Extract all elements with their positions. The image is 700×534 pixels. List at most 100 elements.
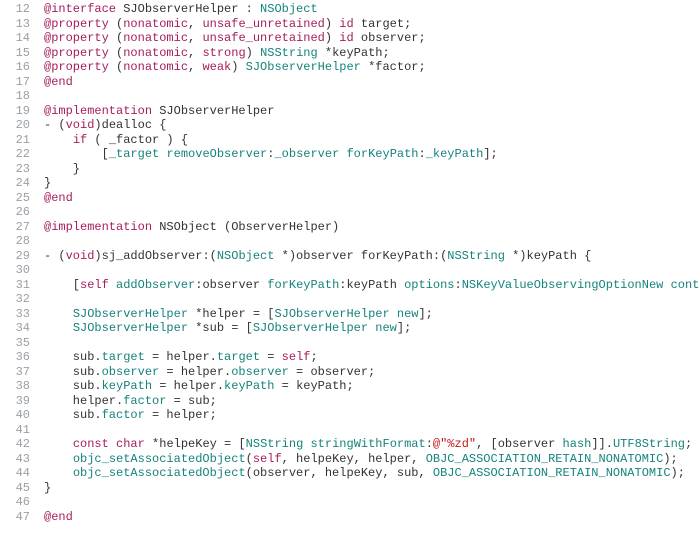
code-line[interactable]: @property (nonatomic, strong) NSString *… (44, 46, 700, 61)
token-teal: target (102, 350, 145, 364)
token-plain (109, 437, 116, 451)
token-plain: = (260, 350, 282, 364)
line-number: 32 (4, 292, 30, 307)
code-line[interactable] (44, 292, 700, 307)
code-line[interactable]: objc_setAssociatedObject(observer, helpe… (44, 466, 700, 481)
code-line[interactable]: } (44, 481, 700, 496)
code-line[interactable]: SJObserverHelper *sub = [SJObserverHelpe… (44, 321, 700, 336)
code-line[interactable]: } (44, 162, 700, 177)
token-teal: UTF8String (613, 437, 685, 451)
line-number: 13 (4, 17, 30, 32)
token-plain: sub. (44, 408, 102, 422)
line-number: 30 (4, 263, 30, 278)
token-pink: @property (44, 60, 116, 74)
code-line[interactable]: @end (44, 75, 700, 90)
line-number: 24 (4, 176, 30, 191)
token-teal: SJObserverHelper (73, 307, 188, 321)
token-plain: NSObject (ObserverHelper) (159, 220, 339, 234)
code-editor[interactable]: 1213141516171819202122232425262728293031… (0, 0, 700, 534)
line-number: 21 (4, 133, 30, 148)
token-teal: NSObject (217, 249, 275, 263)
code-line[interactable]: @end (44, 510, 700, 525)
code-line[interactable]: sub.keyPath = helper.keyPath = keyPath; (44, 379, 700, 394)
line-number: 34 (4, 321, 30, 336)
code-line[interactable]: [_target removeObserver:_observer forKey… (44, 147, 700, 162)
token-plain: } (44, 176, 51, 190)
code-line[interactable] (44, 263, 700, 278)
token-plain (663, 278, 670, 292)
code-line[interactable]: sub.observer = helper.observer = observe… (44, 365, 700, 380)
token-teal: OBJC_ASSOCIATION_RETAIN_NONATOMIC (433, 466, 671, 480)
token-plain: )dealloc { (94, 118, 166, 132)
token-plain (44, 307, 73, 321)
code-line[interactable]: const char *helpeKey = [NSString stringW… (44, 437, 700, 452)
token-pink: @implementation (44, 220, 159, 234)
token-pink: nonatomic (123, 17, 188, 31)
line-number: 44 (4, 466, 30, 481)
token-plain: , [observer (476, 437, 562, 451)
token-pink: self (282, 350, 311, 364)
token-plain: )sj_addObserver:( (94, 249, 216, 263)
token-teal: addObserver (116, 278, 195, 292)
code-line[interactable]: sub.target = helper.target = self; (44, 350, 700, 365)
token-teal: observer (102, 365, 160, 379)
token-pink: @property (44, 17, 116, 31)
code-line[interactable]: helper.factor = sub; (44, 394, 700, 409)
code-line[interactable]: SJObserverHelper *helper = [SJObserverHe… (44, 307, 700, 322)
token-teal: factor (123, 394, 166, 408)
token-plain: : (426, 437, 433, 451)
token-pink: nonatomic (123, 60, 188, 74)
token-plain: , (188, 60, 202, 74)
line-number: 17 (4, 75, 30, 90)
code-line[interactable]: @property (nonatomic, unsafe_unretained)… (44, 31, 700, 46)
token-plain: observer; (354, 31, 426, 45)
token-plain: ]; (397, 321, 411, 335)
code-line[interactable] (44, 234, 700, 249)
token-teal: hash (563, 437, 592, 451)
code-line[interactable]: if ( _factor ) { (44, 133, 700, 148)
code-line[interactable]: @property (nonatomic, weak) SJObserverHe… (44, 60, 700, 75)
code-line[interactable] (44, 205, 700, 220)
token-pink: nonatomic (123, 46, 188, 60)
token-teal: NSObject (260, 2, 318, 16)
code-line[interactable]: @property (nonatomic, unsafe_unretained)… (44, 17, 700, 32)
code-line[interactable]: objc_setAssociatedObject(self, helpeKey,… (44, 452, 700, 467)
token-teal: NSString (260, 46, 318, 60)
code-line[interactable]: [self addObserver:observer forKeyPath:ke… (44, 278, 700, 293)
code-line[interactable]: - (void)dealloc { (44, 118, 700, 133)
line-number: 27 (4, 220, 30, 235)
token-plain: } (44, 162, 80, 176)
line-number: 18 (4, 89, 30, 104)
line-number: 15 (4, 46, 30, 61)
code-line[interactable]: @implementation NSObject (ObserverHelper… (44, 220, 700, 235)
token-pink: @interface (44, 2, 123, 16)
code-line[interactable]: @end (44, 191, 700, 206)
code-line[interactable] (44, 336, 700, 351)
token-plain: ; (685, 437, 692, 451)
token-plain: :observer (195, 278, 267, 292)
code-line[interactable]: } (44, 176, 700, 191)
code-line[interactable]: @interface SJObserverHelper : NSObject (44, 2, 700, 17)
token-plain (390, 307, 397, 321)
token-plain: = helper; (145, 408, 217, 422)
line-number: 46 (4, 495, 30, 510)
token-teal: context (671, 278, 700, 292)
token-teal: removeObserver (166, 147, 267, 161)
code-line[interactable] (44, 495, 700, 510)
token-teal: target (217, 350, 260, 364)
code-line[interactable] (44, 89, 700, 104)
token-teal: NSString (447, 249, 505, 263)
code-line[interactable]: - (void)sj_addObserver:(NSObject *)obser… (44, 249, 700, 264)
token-teal: observer (231, 365, 289, 379)
token-teal: forKeyPath (346, 147, 418, 161)
token-plain: ]]. (591, 437, 613, 451)
token-plain: = helper. (145, 350, 217, 364)
token-plain: target; (354, 17, 412, 31)
code-area[interactable]: @interface SJObserverHelper : NSObject@p… (44, 2, 700, 524)
code-line[interactable]: @implementation SJObserverHelper (44, 104, 700, 119)
line-number: 28 (4, 234, 30, 249)
code-line[interactable] (44, 423, 700, 438)
token-teal: _target (109, 147, 159, 161)
code-line[interactable]: sub.factor = helper; (44, 408, 700, 423)
token-teal: stringWithFormat (310, 437, 425, 451)
